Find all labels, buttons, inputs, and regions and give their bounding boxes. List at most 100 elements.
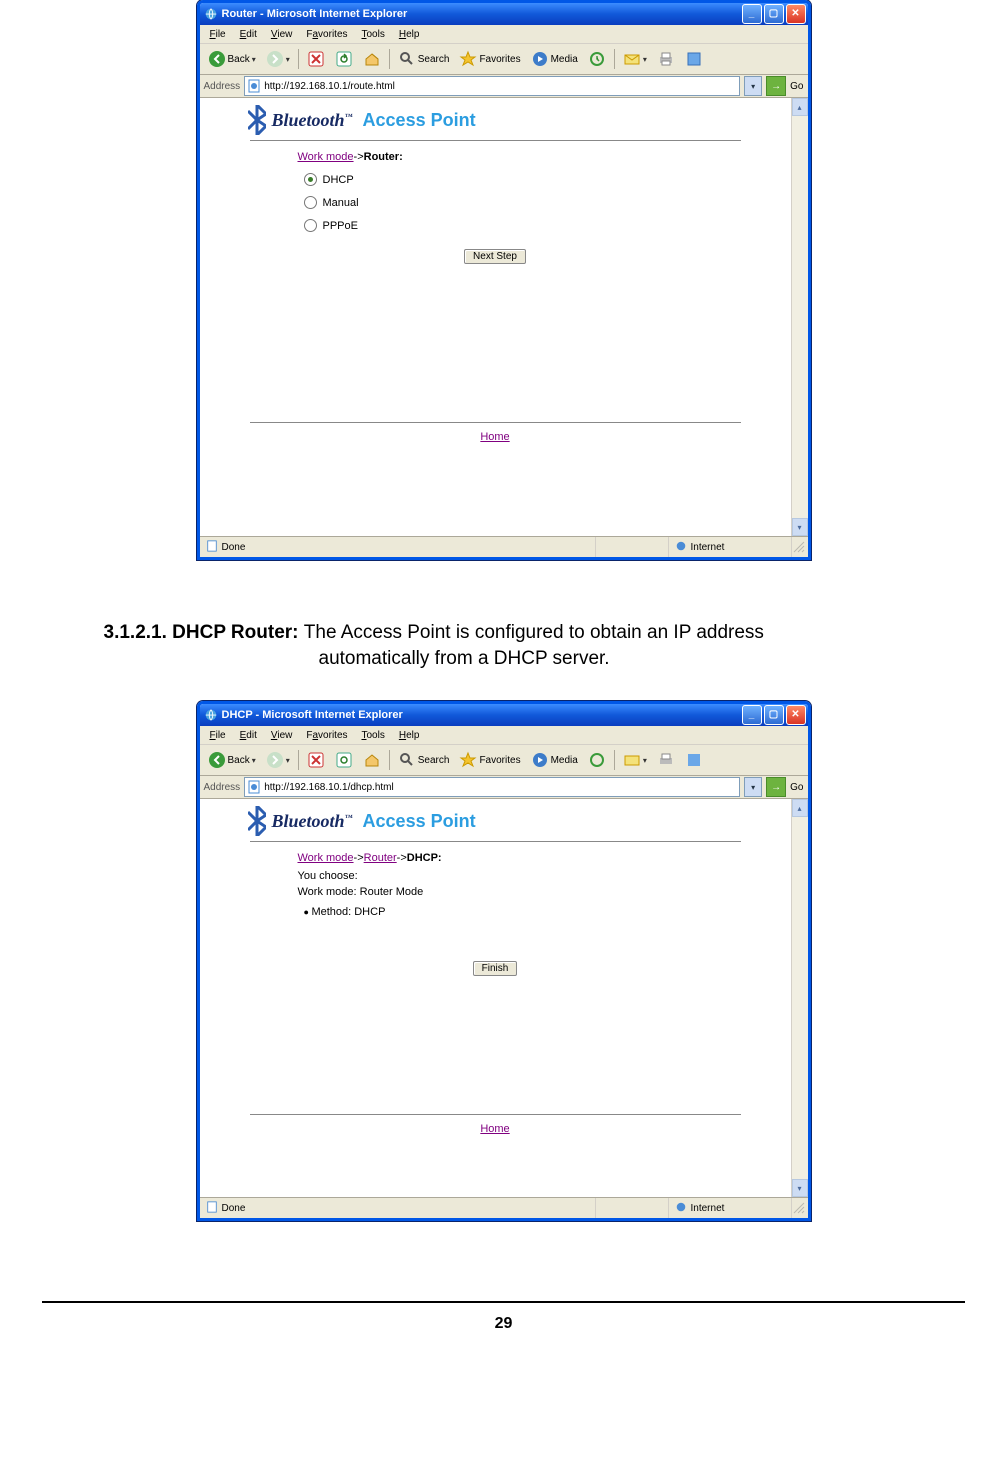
address-dropdown[interactable]: ▾ [744,777,762,797]
scroll-up-icon[interactable]: ▴ [792,98,808,116]
home-link[interactable]: Home [480,431,509,443]
back-button[interactable]: Back▾ [204,48,260,70]
minimize-button[interactable]: _ [742,4,762,24]
menu-view[interactable]: View [265,28,299,41]
breadcrumb-router[interactable]: Router [364,852,397,864]
media-button[interactable]: Media [527,749,582,771]
refresh-button[interactable] [331,749,357,771]
refresh-button[interactable] [331,48,357,70]
stop-button[interactable] [303,749,329,771]
print-icon [657,751,675,769]
home-button[interactable] [359,749,385,771]
titlebar[interactable]: Router - Microsoft Internet Explorer _ ▢… [200,3,808,25]
radio-pppoe[interactable]: PPPoE [304,219,773,232]
edit-button[interactable] [681,749,707,771]
favorites-button[interactable]: Favorites [455,48,524,70]
window-title: DHCP - Microsoft Internet Explorer [222,709,742,721]
star-icon [459,751,477,769]
search-icon [398,751,416,769]
scrollbar[interactable]: ▴ ▾ [791,98,808,536]
print-button[interactable] [653,48,679,70]
resize-grip-icon[interactable] [792,540,806,554]
status-done: Done [222,542,246,553]
history-icon [588,751,606,769]
logo: Bluetooth™ Access Point [248,809,773,833]
go-button[interactable]: → [766,76,786,96]
breadcrumb-dhcp: DHCP: [407,852,442,864]
scroll-down-icon[interactable]: ▾ [792,518,808,536]
divider [250,1114,741,1115]
mail-button[interactable]: ▾ [619,749,651,771]
home-button[interactable] [359,48,385,70]
menu-tools[interactable]: Tools [356,729,391,742]
finish-button[interactable]: Finish [473,961,518,976]
breadcrumb-workmode[interactable]: Work mode [298,852,354,864]
menu-help[interactable]: Help [393,28,426,41]
resize-grip-icon[interactable] [792,1201,806,1215]
menu-help[interactable]: Help [393,729,426,742]
search-button[interactable]: Search [394,48,454,70]
edit-button[interactable] [681,48,707,70]
favorites-button[interactable]: Favorites [455,749,524,771]
history-icon [588,50,606,68]
refresh-icon [335,751,353,769]
menu-favorites[interactable]: Favorites [300,28,353,41]
home-icon [363,50,381,68]
maximize-button[interactable]: ▢ [764,4,784,24]
forward-button[interactable]: ▾ [262,749,294,771]
breadcrumb-workmode[interactable]: Work mode [298,151,354,163]
radio-manual[interactable]: Manual [304,196,773,209]
toolbar: Back▾ ▾ Search Favorites Media ▾ [200,44,808,75]
internet-zone-icon [675,1201,687,1216]
radio-dhcp[interactable]: DHCP [304,173,773,186]
back-icon [208,50,226,68]
back-icon [208,751,226,769]
mail-icon [623,751,641,769]
scroll-down-icon[interactable]: ▾ [792,1179,808,1197]
status-bar: Done Internet [200,1197,808,1218]
go-button[interactable]: → [766,777,786,797]
next-step-button[interactable]: Next Step [464,249,526,264]
stop-icon [307,751,325,769]
maximize-button[interactable]: ▢ [764,705,784,725]
forward-button[interactable]: ▾ [262,48,294,70]
menu-file[interactable]: File [204,729,232,742]
page-content: Bluetooth™ Access Point Work mode->Route… [200,98,808,536]
search-button[interactable]: Search [394,749,454,771]
print-button[interactable] [653,749,679,771]
scroll-up-icon[interactable]: ▴ [792,799,808,817]
history-button[interactable] [584,48,610,70]
method-value: Method: DHCP [304,906,773,918]
page-icon [247,79,261,93]
menu-favorites[interactable]: Favorites [300,729,353,742]
close-button[interactable]: ✕ [786,4,806,24]
radio-icon [304,219,317,232]
address-field[interactable]: http://192.168.10.1/dhcp.html [244,777,740,797]
titlebar[interactable]: DHCP - Microsoft Internet Explorer _ ▢ ✕ [200,704,808,726]
menu-view[interactable]: View [265,729,299,742]
radio-icon [304,173,317,186]
history-button[interactable] [584,749,610,771]
address-field[interactable]: http://192.168.10.1/route.html [244,76,740,96]
back-button[interactable]: Back▾ [204,749,260,771]
ie-icon [204,708,218,722]
go-label: Go [790,81,803,92]
media-button[interactable]: Media [527,48,582,70]
window-title: Router - Microsoft Internet Explorer [222,8,742,20]
breadcrumb: Work mode->Router: [298,151,773,163]
forward-icon [266,50,284,68]
menu-edit[interactable]: Edit [234,28,263,41]
home-link[interactable]: Home [480,1123,509,1135]
mail-icon [623,50,641,68]
star-icon [459,50,477,68]
menu-file[interactable]: File [204,28,232,41]
address-dropdown[interactable]: ▾ [744,76,762,96]
stop-button[interactable] [303,48,329,70]
menu-edit[interactable]: Edit [234,729,263,742]
scrollbar[interactable]: ▴ ▾ [791,799,808,1197]
page-icon [206,1201,218,1216]
mail-button[interactable]: ▾ [619,48,651,70]
menu-tools[interactable]: Tools [356,28,391,41]
minimize-button[interactable]: _ [742,705,762,725]
close-button[interactable]: ✕ [786,705,806,725]
